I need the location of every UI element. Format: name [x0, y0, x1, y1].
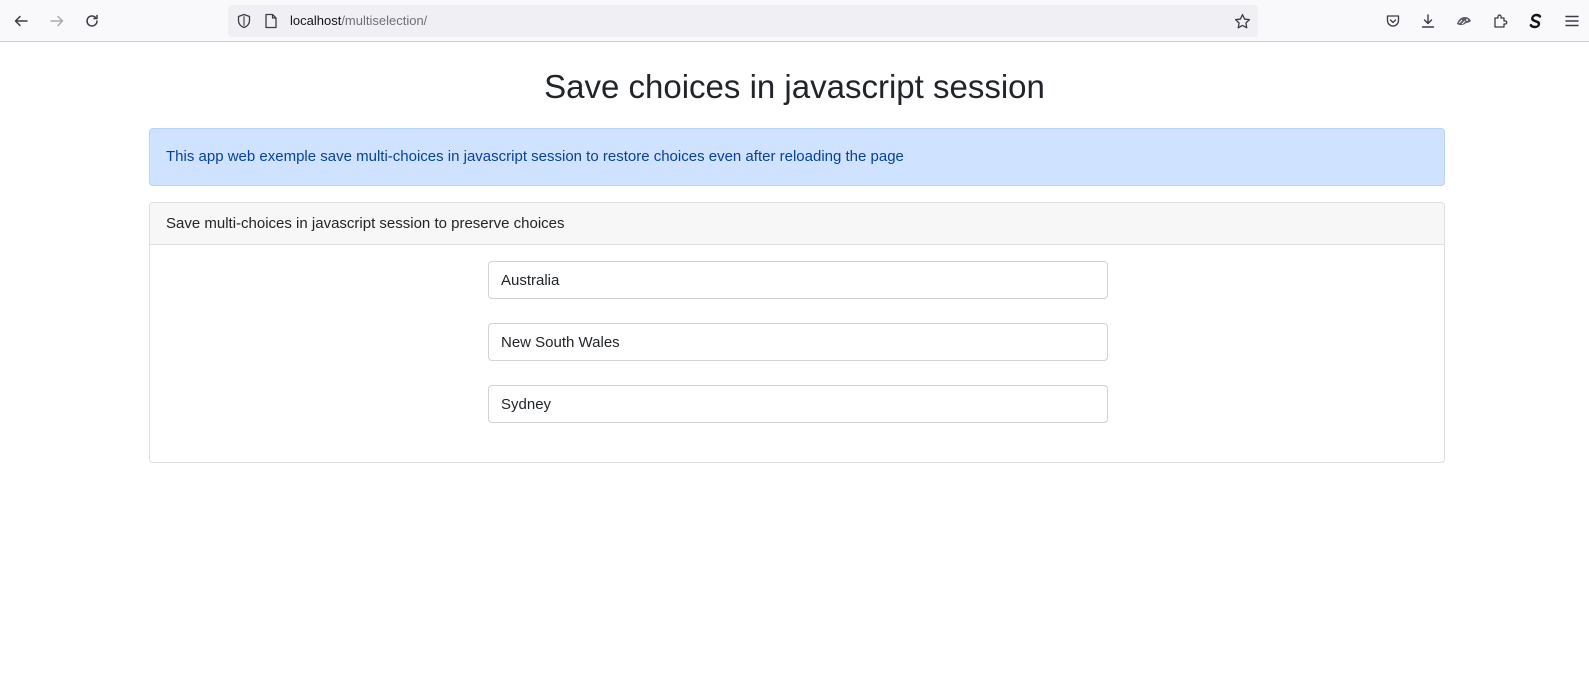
extension-icon: [1457, 17, 1471, 26]
reload-icon: [86, 14, 98, 27]
extensions-button[interactable]: [1485, 6, 1515, 36]
forward-button[interactable]: [42, 6, 72, 36]
download-icon: [1421, 14, 1435, 28]
page-info-icon: [265, 13, 277, 29]
card-header: Save multi-choices in javascript session…: [150, 203, 1444, 245]
menu-button[interactable]: [1557, 6, 1587, 36]
downloads-button[interactable]: [1413, 6, 1443, 36]
hamburger-menu-icon: [1565, 15, 1579, 27]
browser-toolbar: localhost/multiselection/: [0, 0, 1589, 42]
url-text[interactable]: localhost/multiselection/: [290, 13, 427, 29]
url-host: localhost: [290, 13, 342, 28]
state-input[interactable]: [488, 323, 1108, 361]
url-bar[interactable]: localhost/multiselection/: [228, 5, 1258, 37]
forward-arrow-icon: [50, 15, 64, 27]
extension-button-1[interactable]: [1449, 6, 1479, 36]
tracking-protection-shield-icon: [237, 13, 251, 29]
s-extension-button[interactable]: [1520, 6, 1550, 36]
url-path: /multiselection/: [341, 13, 428, 28]
back-button[interactable]: [6, 6, 36, 36]
s-extension-icon: [1529, 13, 1542, 29]
page-title: Save choices in javascript session: [544, 68, 1045, 105]
pocket-button[interactable]: [1378, 6, 1408, 36]
city-input[interactable]: [488, 385, 1108, 423]
page-info-button[interactable]: [261, 11, 281, 31]
info-alert: This app web exemple save multi-choices …: [149, 128, 1445, 186]
bookmark-star-icon: [1234, 13, 1250, 28]
bookmark-button[interactable]: [1232, 11, 1252, 31]
puzzle-extensions-icon: [1494, 14, 1508, 28]
choices-card: Save multi-choices in javascript session…: [149, 202, 1445, 463]
back-arrow-icon: [14, 15, 28, 27]
country-input[interactable]: [488, 261, 1108, 299]
pocket-icon: [1386, 15, 1400, 27]
tracking-protection-button[interactable]: [234, 11, 254, 31]
reload-button[interactable]: [77, 6, 107, 36]
